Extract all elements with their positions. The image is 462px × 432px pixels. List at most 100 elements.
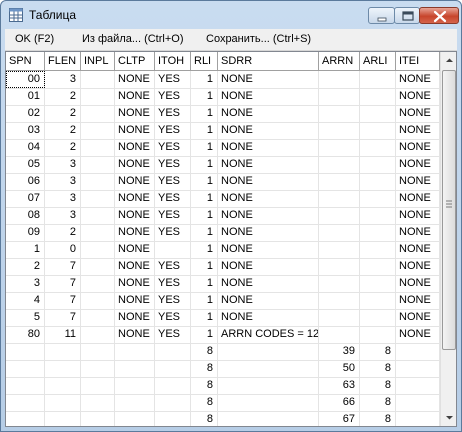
cell-inpl[interactable] bbox=[81, 275, 115, 292]
cell-flen[interactable] bbox=[45, 377, 81, 394]
cell-spn[interactable]: 01 bbox=[6, 88, 45, 105]
cell-inpl[interactable] bbox=[81, 105, 115, 122]
cell-inpl[interactable] bbox=[81, 309, 115, 326]
cell-rli[interactable]: 8 bbox=[191, 411, 218, 426]
cell-sdrr[interactable]: NONE bbox=[218, 105, 319, 122]
cell-cltp[interactable]: NONE bbox=[115, 326, 155, 343]
cell-arli[interactable] bbox=[360, 71, 396, 88]
cell-rli[interactable]: 1 bbox=[191, 122, 218, 139]
cell-sdrr[interactable]: NONE bbox=[218, 122, 319, 139]
cell-cltp[interactable] bbox=[115, 377, 155, 394]
cell-arrn[interactable] bbox=[319, 71, 360, 88]
cell-itoh[interactable] bbox=[155, 343, 191, 360]
cell-arrn[interactable]: 63 bbox=[319, 377, 360, 394]
cell-spn[interactable]: 80 bbox=[6, 326, 45, 343]
cell-arrn[interactable] bbox=[319, 122, 360, 139]
column-header-inpl[interactable]: INPL bbox=[81, 52, 115, 70]
cell-inpl[interactable] bbox=[81, 292, 115, 309]
close-button[interactable] bbox=[419, 7, 459, 24]
scroll-down-button[interactable] bbox=[441, 409, 456, 426]
cell-rli[interactable]: 8 bbox=[191, 360, 218, 377]
cell-itei[interactable] bbox=[396, 394, 440, 411]
cell-sdrr[interactable]: NONE bbox=[218, 241, 319, 258]
cell-itoh[interactable]: YES bbox=[155, 71, 191, 88]
cell-sdrr[interactable]: ARRN CODES = 12 bbox=[218, 326, 319, 343]
cell-rli[interactable]: 1 bbox=[191, 156, 218, 173]
cell-arrn[interactable] bbox=[319, 207, 360, 224]
cell-itoh[interactable]: YES bbox=[155, 122, 191, 139]
cell-cltp[interactable]: NONE bbox=[115, 105, 155, 122]
cell-itoh[interactable] bbox=[155, 411, 191, 426]
cell-itei[interactable]: NONE bbox=[396, 309, 440, 326]
cell-spn[interactable]: 04 bbox=[6, 139, 45, 156]
cell-spn[interactable]: 00 bbox=[6, 71, 45, 88]
cell-arli[interactable] bbox=[360, 309, 396, 326]
cell-cltp[interactable]: NONE bbox=[115, 292, 155, 309]
cell-sdrr[interactable] bbox=[218, 411, 319, 426]
cell-flen[interactable] bbox=[45, 360, 81, 377]
cell-itoh[interactable]: YES bbox=[155, 258, 191, 275]
cell-arli[interactable] bbox=[360, 275, 396, 292]
cell-cltp[interactable] bbox=[115, 411, 155, 426]
cell-inpl[interactable] bbox=[81, 88, 115, 105]
cell-rli[interactable]: 1 bbox=[191, 139, 218, 156]
cell-inpl[interactable] bbox=[81, 190, 115, 207]
cell-spn[interactable]: 06 bbox=[6, 173, 45, 190]
cell-itoh[interactable]: YES bbox=[155, 292, 191, 309]
cell-arli[interactable]: 8 bbox=[360, 360, 396, 377]
cell-cltp[interactable]: NONE bbox=[115, 309, 155, 326]
data-table[interactable]: SPN FLEN INPL CLTP ITOH RLI SDRR ARRN ARLI ITEI 0… bbox=[5, 51, 457, 427]
cell-sdrr[interactable]: NONE bbox=[218, 71, 319, 88]
cell-spn[interactable]: 07 bbox=[6, 190, 45, 207]
cell-arrn[interactable] bbox=[319, 241, 360, 258]
cell-sdrr[interactable]: NONE bbox=[218, 88, 319, 105]
vertical-scrollbar[interactable] bbox=[440, 52, 456, 426]
cell-cltp[interactable]: NONE bbox=[115, 258, 155, 275]
cell-arrn[interactable]: 39 bbox=[319, 343, 360, 360]
cell-inpl[interactable] bbox=[81, 156, 115, 173]
cell-cltp[interactable]: NONE bbox=[115, 122, 155, 139]
cell-spn[interactable]: 2 bbox=[6, 258, 45, 275]
cell-rli[interactable]: 1 bbox=[191, 71, 218, 88]
cell-spn[interactable]: 09 bbox=[6, 224, 45, 241]
cell-flen[interactable]: 0 bbox=[45, 241, 81, 258]
cell-arrn[interactable]: 50 bbox=[319, 360, 360, 377]
cell-rli[interactable]: 8 bbox=[191, 343, 218, 360]
cell-arli[interactable]: 8 bbox=[360, 343, 396, 360]
cell-arli[interactable] bbox=[360, 88, 396, 105]
cell-arrn[interactable] bbox=[319, 190, 360, 207]
cell-inpl[interactable] bbox=[81, 411, 115, 426]
cell-itoh[interactable]: YES bbox=[155, 139, 191, 156]
column-header-spn[interactable]: SPN bbox=[6, 52, 45, 70]
cell-cltp[interactable] bbox=[115, 360, 155, 377]
cell-itei[interactable]: NONE bbox=[396, 156, 440, 173]
cell-rli[interactable]: 1 bbox=[191, 173, 218, 190]
cell-inpl[interactable] bbox=[81, 258, 115, 275]
cell-spn[interactable] bbox=[6, 411, 45, 426]
cell-inpl[interactable] bbox=[81, 139, 115, 156]
cell-flen[interactable]: 2 bbox=[45, 105, 81, 122]
cell-flen[interactable]: 7 bbox=[45, 275, 81, 292]
minimize-button[interactable] bbox=[368, 7, 395, 24]
cell-cltp[interactable] bbox=[115, 394, 155, 411]
cell-spn[interactable]: 1 bbox=[6, 241, 45, 258]
cell-itei[interactable] bbox=[396, 411, 440, 426]
cell-rli[interactable]: 1 bbox=[191, 224, 218, 241]
cell-sdrr[interactable] bbox=[218, 343, 319, 360]
cell-arli[interactable]: 8 bbox=[360, 411, 396, 426]
cell-sdrr[interactable]: NONE bbox=[218, 292, 319, 309]
save-menu-item[interactable]: Сохранить... (Ctrl+S) bbox=[206, 33, 311, 45]
column-header-sdrr[interactable]: SDRR bbox=[218, 52, 319, 70]
cell-itoh[interactable]: YES bbox=[155, 275, 191, 292]
cell-itei[interactable]: NONE bbox=[396, 207, 440, 224]
cell-itoh[interactable]: YES bbox=[155, 207, 191, 224]
cell-arrn[interactable] bbox=[319, 224, 360, 241]
cell-spn[interactable]: 05 bbox=[6, 156, 45, 173]
cell-rli[interactable]: 8 bbox=[191, 377, 218, 394]
cell-itei[interactable]: NONE bbox=[396, 105, 440, 122]
cell-inpl[interactable] bbox=[81, 207, 115, 224]
cell-itoh[interactable] bbox=[155, 377, 191, 394]
cell-arrn[interactable] bbox=[319, 139, 360, 156]
column-header-itoh[interactable]: ITOH bbox=[155, 52, 191, 70]
cell-arrn[interactable]: 67 bbox=[319, 411, 360, 426]
